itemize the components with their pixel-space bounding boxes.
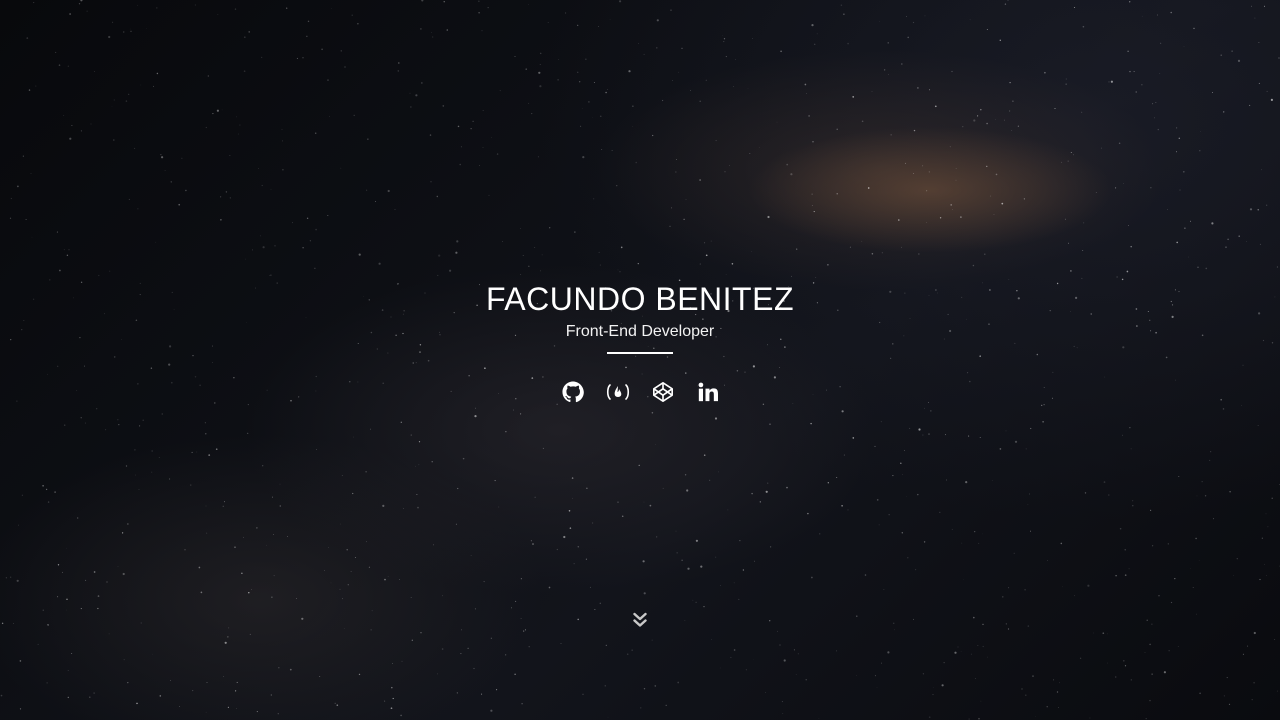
double-chevron-down-icon bbox=[630, 612, 650, 634]
divider bbox=[607, 352, 673, 354]
github-icon bbox=[561, 381, 584, 403]
hero-content: FACUNDO BENITEZ Front-End Developer bbox=[0, 280, 1280, 404]
freecodecamp-icon bbox=[605, 382, 631, 402]
github-link[interactable] bbox=[561, 380, 585, 404]
subtitle: Front-End Developer bbox=[565, 323, 715, 340]
linkedin-icon bbox=[698, 382, 718, 402]
codepen-icon bbox=[652, 381, 674, 403]
hero-section: FACUNDO BENITEZ Front-End Developer bbox=[0, 0, 1280, 720]
scroll-down-button[interactable] bbox=[630, 610, 650, 630]
freecodecamp-link[interactable] bbox=[606, 380, 630, 404]
page-title: FACUNDO BENITEZ bbox=[486, 281, 794, 317]
codepen-link[interactable] bbox=[651, 380, 675, 404]
linkedin-link[interactable] bbox=[696, 380, 720, 404]
social-links bbox=[0, 380, 1280, 404]
